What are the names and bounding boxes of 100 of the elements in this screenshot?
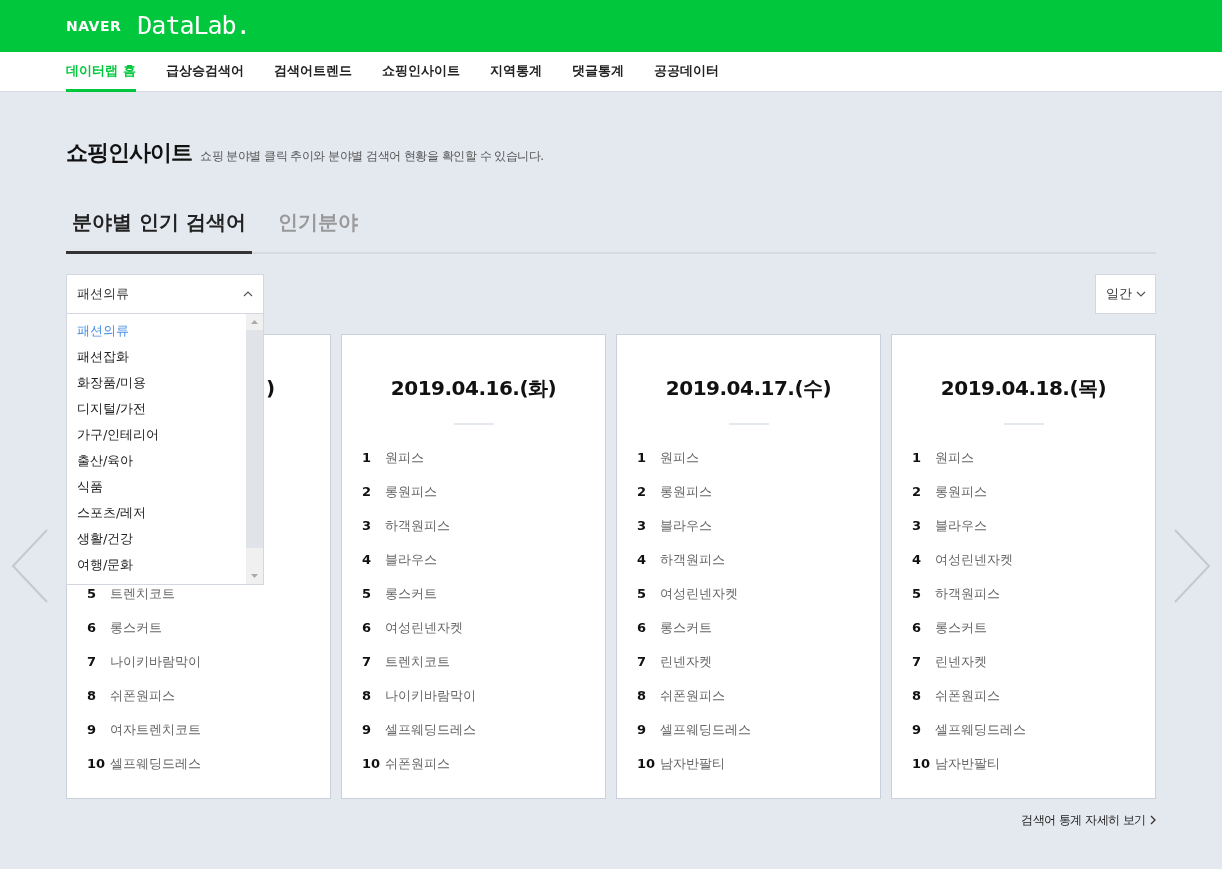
rank-number: 6	[912, 619, 923, 638]
keyword-link[interactable]: 린넨자켓	[935, 652, 987, 672]
keyword-link[interactable]: 롱스커트	[660, 618, 712, 638]
card-date: 2019.04.16.(화)	[389, 375, 558, 401]
scroll-up-icon[interactable]	[251, 320, 258, 324]
keyword-link[interactable]: 쉬폰원피스	[385, 754, 450, 774]
chevron-icon	[1150, 815, 1156, 825]
keyword-link[interactable]: 롱스커트	[110, 618, 162, 638]
keyword-link[interactable]: 린넨자켓	[660, 652, 712, 672]
dropdown-option[interactable]: 패션잡화	[67, 344, 246, 370]
keyword-link[interactable]: 롱원피스	[660, 482, 712, 502]
rank-number: 10	[87, 755, 107, 774]
rank-number: 8	[87, 687, 98, 706]
rank-number: 1	[637, 449, 648, 468]
keyword-link[interactable]: 롱스커트	[935, 618, 987, 638]
dropdown-option[interactable]: 화장품/미용	[67, 370, 246, 396]
keyword-link[interactable]: 쉬폰원피스	[660, 686, 725, 706]
rank-number: 6	[87, 619, 98, 638]
rank-number: 3	[637, 517, 648, 536]
nav-tab[interactable]: 댓글통계	[571, 52, 624, 92]
chevron-icon	[1135, 290, 1146, 298]
dropdown-option[interactable]: 여행/문화	[67, 552, 246, 578]
keyword-link[interactable]: 셀프웨딩드레스	[385, 720, 476, 740]
keyword-link[interactable]: 나이키바람막이	[110, 652, 201, 672]
keyword-link[interactable]: 셀프웨딩드레스	[110, 754, 201, 774]
rank-number: 7	[637, 653, 648, 672]
keyword-link[interactable]: 롱스커트	[385, 584, 437, 604]
rank-number: 9	[637, 721, 648, 740]
keyword-link[interactable]: 블라우스	[660, 516, 712, 536]
rank-number: 7	[912, 653, 923, 672]
dropdown-option[interactable]: 패션의류	[67, 318, 246, 344]
scrollbar[interactable]	[246, 314, 263, 584]
keyword-link[interactable]: 여자트렌치코트	[110, 720, 201, 740]
nav-tab[interactable]: 급상승검색어	[165, 52, 244, 92]
rank-number: 1	[912, 449, 923, 468]
chevron-icon	[243, 290, 253, 298]
dropdown-option[interactable]: 디지털/가전	[67, 396, 246, 422]
dropdown-option[interactable]: 스포츠/레저	[67, 500, 246, 526]
rank-number: 6	[637, 619, 648, 638]
nav-tab[interactable]: 검색어트렌드	[273, 52, 352, 92]
scroll-down-icon[interactable]	[251, 574, 258, 578]
rank-number: 2	[912, 483, 923, 502]
rank-number: 5	[87, 585, 98, 604]
card-date: 2019.04.17.(수)	[664, 375, 833, 401]
rank-number: 6	[362, 619, 373, 638]
dropdown-option[interactable]: 생활/건강	[67, 526, 246, 552]
rank-number: 10	[912, 755, 932, 774]
rank-number: 9	[87, 721, 98, 740]
rank-number: 3	[912, 517, 923, 536]
keyword-link[interactable]: 블라우스	[385, 550, 437, 570]
keyword-link[interactable]: 여성린넨자켓	[660, 584, 738, 604]
rank-number: 9	[362, 721, 373, 740]
keyword-link[interactable]: 원피스	[660, 448, 699, 468]
dropdown-option[interactable]: 가구/인테리어	[67, 422, 246, 448]
keyword-link[interactable]: 여성린넨자켓	[385, 618, 463, 638]
keyword-link[interactable]: 나이키바람막이	[385, 686, 476, 706]
keyword-link[interactable]: 트렌치코트	[110, 584, 175, 604]
rank-number: 8	[912, 687, 923, 706]
nav-tab[interactable]: 지역통계	[489, 52, 542, 92]
keyword-link[interactable]: 원피스	[935, 448, 974, 468]
rank-number: 5	[362, 585, 373, 604]
keyword-link[interactable]: 남자반팔티	[660, 754, 725, 774]
more-stats-link[interactable]: 검색어 통계 자세히 보기	[1021, 811, 1156, 829]
rank-number: 4	[637, 551, 648, 570]
keyword-link[interactable]: 트렌치코트	[385, 652, 450, 672]
keyword-link[interactable]: 하객원피스	[385, 516, 450, 536]
rank-number: 7	[362, 653, 373, 672]
keyword-link[interactable]: 원피스	[385, 448, 424, 468]
keyword-link[interactable]: 롱원피스	[385, 482, 437, 502]
card-date: 2019.04.18.(목)	[939, 375, 1108, 401]
keyword-link[interactable]: 쉬폰원피스	[935, 686, 1000, 706]
keyword-link[interactable]: 여성린넨자켓	[935, 550, 1013, 570]
rank-number: 10	[637, 755, 657, 774]
tab[interactable]: 분야별 인기 검색어	[66, 207, 252, 254]
period-dropdown[interactable]: 일간	[1095, 274, 1156, 314]
keyword-link[interactable]: 남자반팔티	[935, 754, 1000, 774]
dropdown-option[interactable]: 식품	[67, 474, 246, 500]
rank-number: 5	[912, 585, 923, 604]
dropdown-option[interactable]: 출산/육아	[67, 448, 246, 474]
keyword-link[interactable]: 셀프웨딩드레스	[660, 720, 751, 740]
keyword-link[interactable]: 하객원피스	[660, 550, 725, 570]
keyword-link[interactable]: 하객원피스	[935, 584, 1000, 604]
rank-number: 1	[362, 449, 373, 468]
rank-number: 8	[362, 687, 373, 706]
rank-number: 10	[362, 755, 382, 774]
card-date: )	[266, 375, 275, 401]
nav-tab[interactable]: 쇼핑인사이트	[381, 52, 460, 92]
rank-number: 4	[912, 551, 923, 570]
keyword-link[interactable]: 셀프웨딩드레스	[935, 720, 1026, 740]
keyword-link[interactable]: 롱원피스	[935, 482, 987, 502]
page-subtitle: 쇼핑 분야별 클릭 추이와 분야별 검색어 현황을 확인할 수 있습니다.	[200, 148, 544, 165]
rank-number: 5	[637, 585, 648, 604]
category-dropdown[interactable]: 패션의류	[66, 274, 264, 314]
rank-number: 8	[637, 687, 648, 706]
keyword-link[interactable]: 쉬폰원피스	[110, 686, 175, 706]
page-title: 쇼핑인사이트	[66, 139, 192, 167]
nav-tab[interactable]: 공공데이터	[653, 52, 719, 92]
keyword-link[interactable]: 블라우스	[935, 516, 987, 536]
rank-number: 2	[362, 483, 373, 502]
rank-number: 9	[912, 721, 923, 740]
